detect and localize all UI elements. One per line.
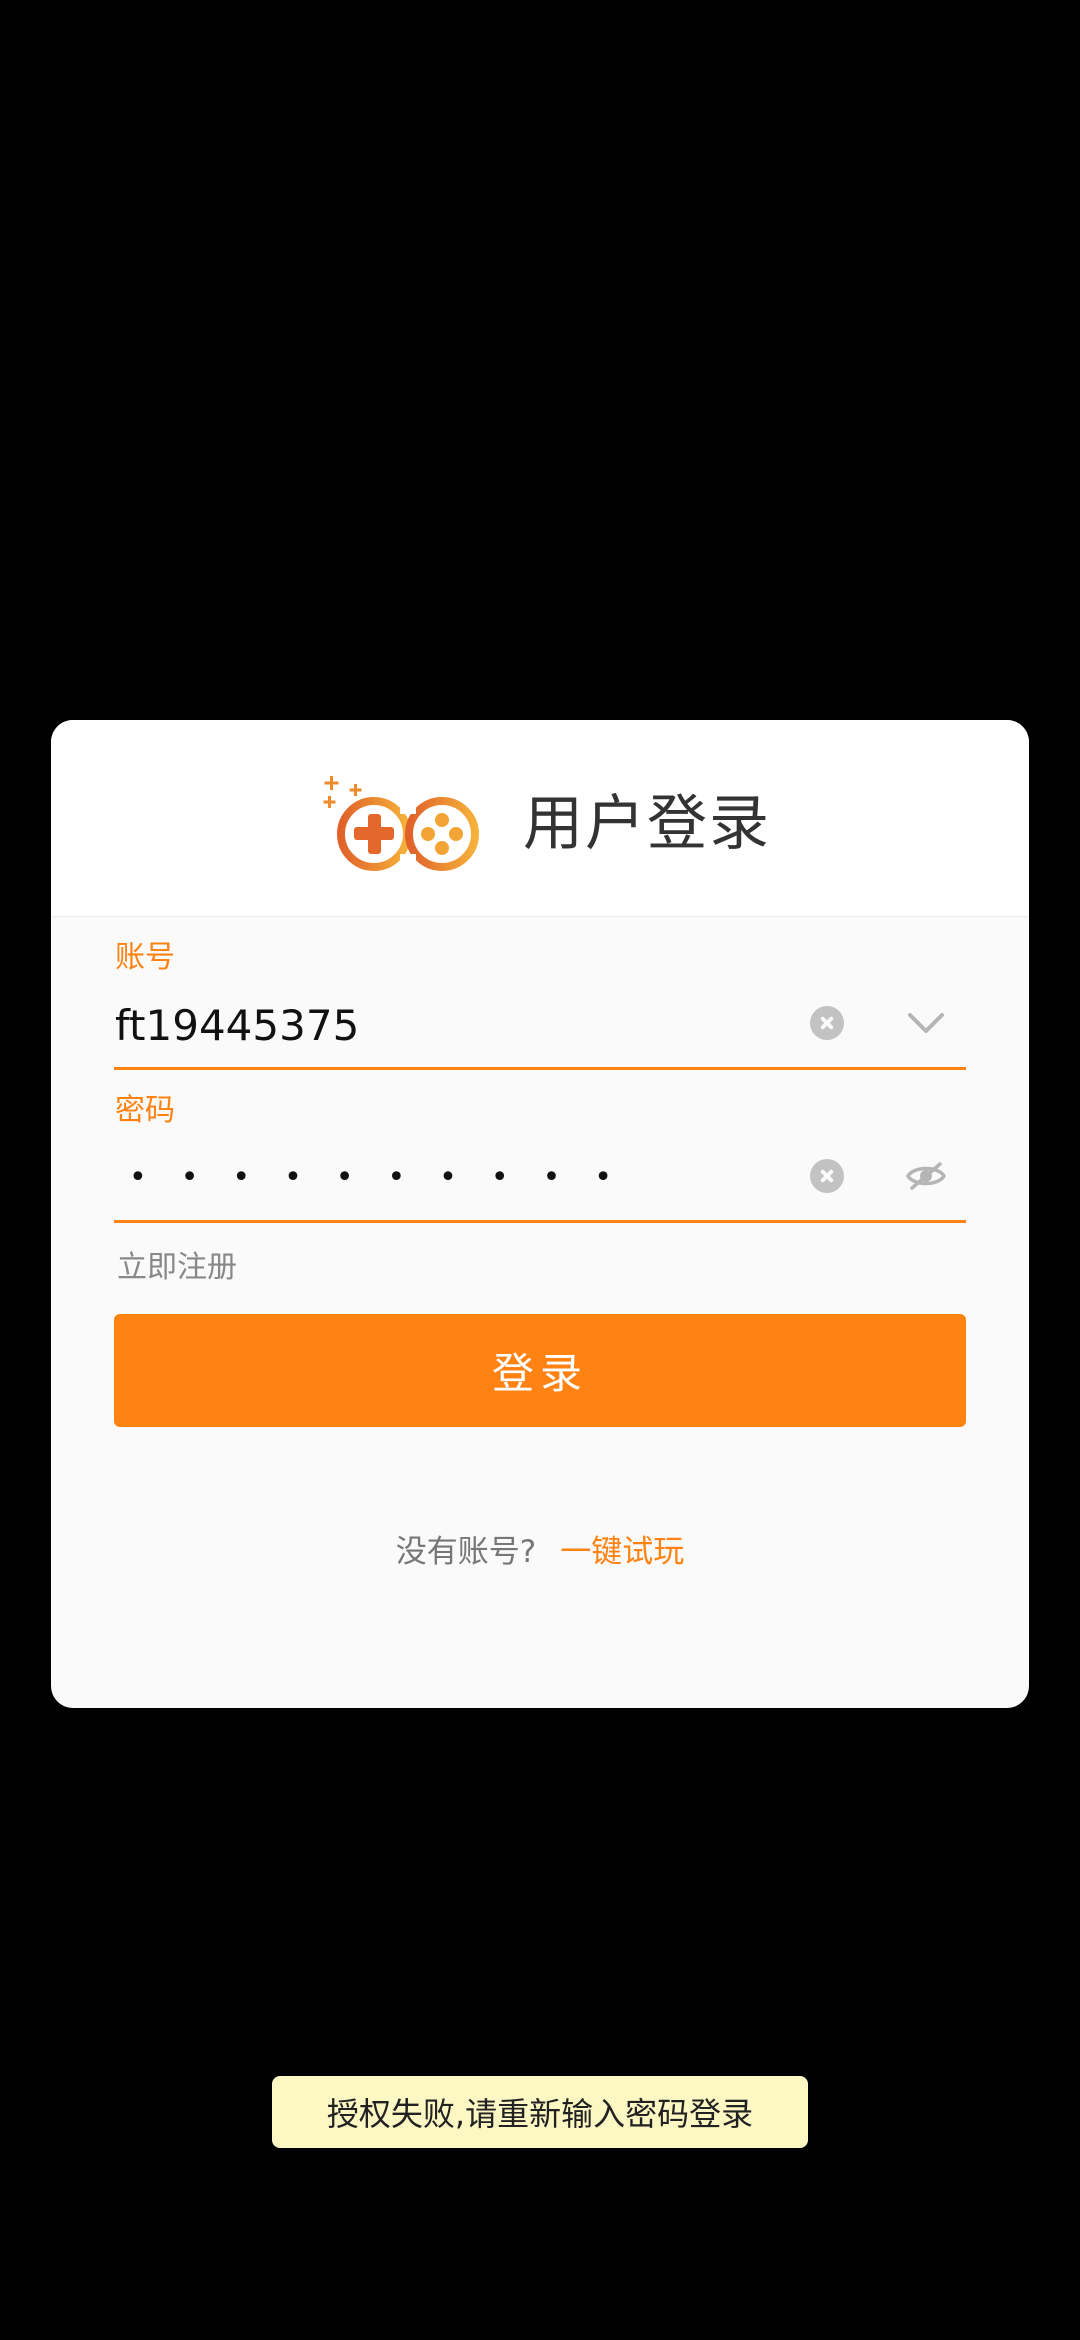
login-button[interactable]: 登录 [114,1314,966,1427]
account-underline [114,1067,966,1070]
password-underline [114,1220,966,1223]
register-link[interactable]: 立即注册 [117,1248,237,1288]
eye-off-icon[interactable] [902,1152,950,1200]
quick-play-link[interactable]: 一键试玩 [560,1534,684,1570]
footer-line: 没有账号? 一键试玩 [51,1530,1029,1574]
password-clear-icon[interactable] [810,1159,844,1193]
account-label: 账号 [115,940,175,975]
toast-message: 授权失败,请重新输入密码登录 [272,2076,808,2148]
password-label: 密码 [115,1093,175,1128]
account-input[interactable]: ft19445375 [115,998,359,1054]
gamepad-logo-icon [323,776,479,871]
no-account-text: 没有账号? [395,1534,537,1570]
login-dialog: 用户登录 账号 ft19445375 密码 •••••••••• 立即注册 登录… [51,720,1029,1708]
password-input[interactable]: •••••••••• [129,1150,646,1206]
account-clear-icon[interactable] [810,1006,844,1040]
dialog-title: 用户登录 [523,789,771,859]
chevron-down-icon[interactable] [902,999,950,1047]
screen: 用户登录 账号 ft19445375 密码 •••••••••• 立即注册 登录… [0,0,1080,2340]
dialog-header: 用户登录 [51,720,1029,917]
